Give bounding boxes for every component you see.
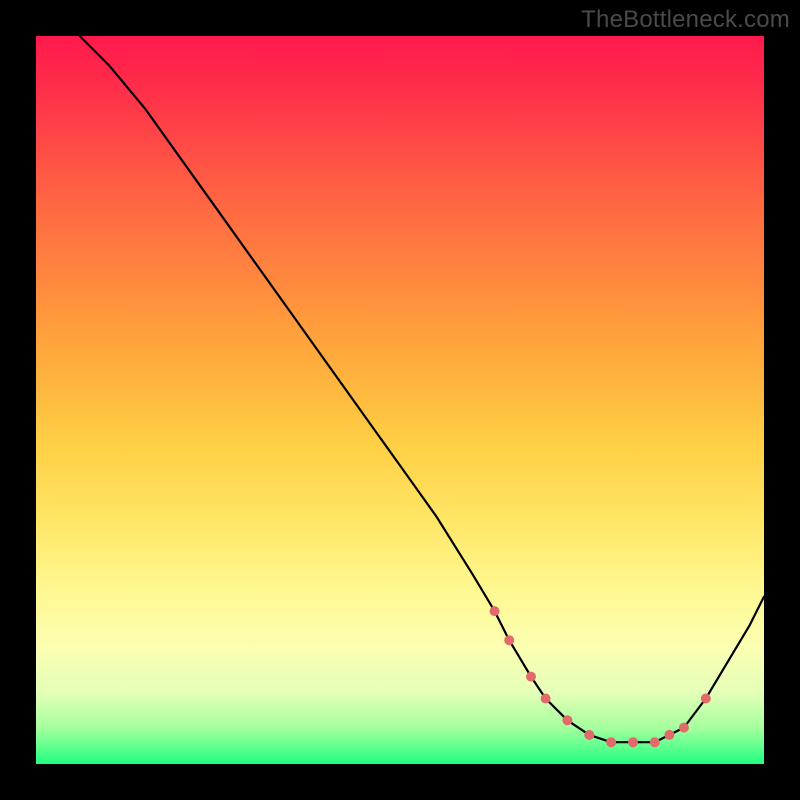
highlight-dot	[562, 715, 572, 725]
highlight-dot	[584, 730, 594, 740]
highlight-dot	[541, 694, 551, 704]
highlight-dot	[504, 635, 514, 645]
highlight-dot	[490, 606, 500, 616]
highlight-dot	[650, 737, 660, 747]
highlight-dot	[526, 672, 536, 682]
watermark-text: TheBottleneck.com	[581, 6, 790, 34]
curve-svg	[36, 36, 764, 764]
highlight-dot	[664, 730, 674, 740]
highlight-dots	[490, 606, 711, 747]
highlight-dot	[628, 737, 638, 747]
highlight-dot	[679, 723, 689, 733]
plot-area	[36, 36, 764, 764]
chart-frame: TheBottleneck.com	[0, 0, 800, 800]
highlight-dot	[701, 694, 711, 704]
bottleneck-curve	[80, 36, 764, 742]
highlight-dot	[606, 737, 616, 747]
